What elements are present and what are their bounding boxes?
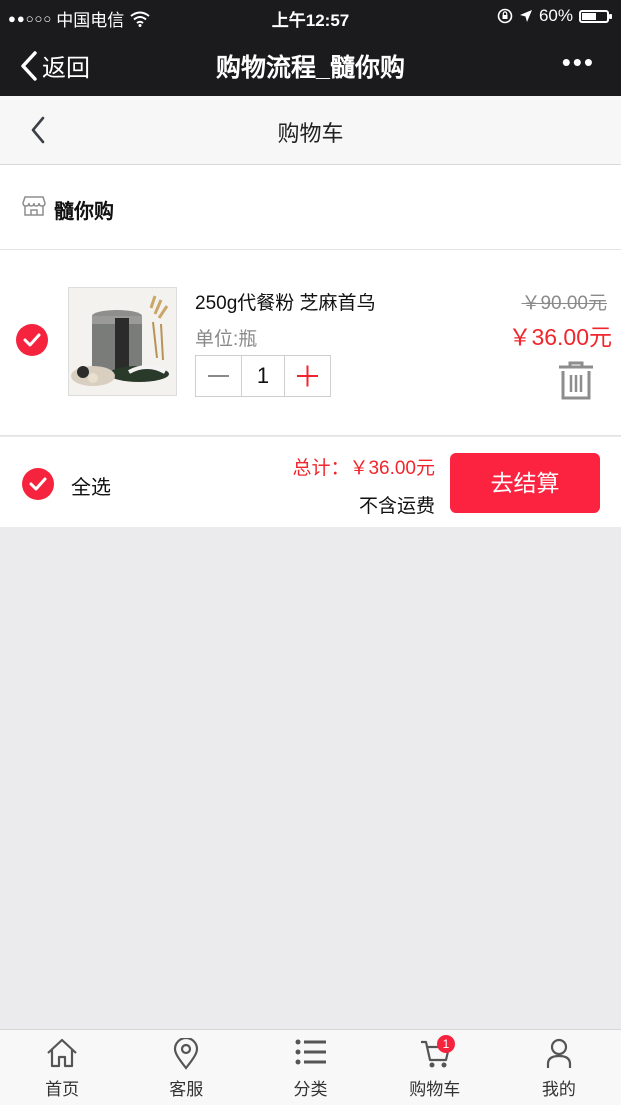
rotation-lock-icon: [497, 8, 513, 24]
tab-category-label: 分类: [293, 1080, 328, 1099]
tab-profile[interactable]: 我的: [497, 1030, 621, 1105]
location-pin-icon: [174, 1038, 199, 1070]
shipping-note: 不含运费: [358, 496, 435, 517]
tab-profile-label: 我的: [541, 1080, 576, 1099]
tab-category[interactable]: 分类: [248, 1030, 372, 1105]
tab-cart[interactable]: 购物车: [373, 1030, 497, 1105]
decrease-button[interactable]: [196, 356, 241, 396]
wechat-page-title: 购物流程_髓你购: [216, 54, 405, 82]
shop-header: 髓你购: [0, 165, 621, 250]
minus-icon: [208, 375, 229, 377]
status-bar: ●●○○○ 中国电信 上午12:57 60%: [0, 0, 621, 34]
plus-icon: [297, 365, 318, 387]
product-name[interactable]: 250g代餐粉 芝麻首乌: [195, 288, 376, 315]
product-image[interactable]: [68, 287, 177, 396]
total-price: 总计：￥36.00元: [292, 458, 435, 479]
tab-cart-label: 购物车: [409, 1080, 461, 1099]
item-checkbox[interactable]: [16, 324, 48, 356]
tab-home[interactable]: 首页: [0, 1030, 124, 1105]
user-icon: [546, 1038, 572, 1068]
current-price: ￥36.00元: [508, 324, 612, 350]
more-options-button[interactable]: •••: [562, 49, 595, 75]
page-title: 购物车: [277, 121, 344, 146]
checkmark-icon: [29, 477, 47, 491]
select-all-checkbox[interactable]: [22, 468, 54, 500]
checkout-button[interactable]: 去结算: [450, 453, 600, 513]
list-icon: [295, 1039, 326, 1065]
tab-service-label: 客服: [169, 1080, 204, 1099]
checkout-bar: 全选 总计：￥36.00元 不含运费 去结算: [0, 437, 621, 527]
tab-home-label: 首页: [45, 1080, 80, 1099]
select-all-label[interactable]: 全选: [71, 471, 111, 500]
checkmark-icon: [23, 333, 41, 347]
battery-fill: [582, 12, 596, 20]
location-arrow-icon: [519, 10, 532, 22]
status-right: 60%: [497, 6, 612, 26]
shop-name[interactable]: 髓你购: [54, 195, 114, 224]
home-icon: [47, 1038, 77, 1068]
product-jar-image: [69, 288, 176, 395]
trash-icon[interactable]: [557, 360, 595, 400]
quantity-value[interactable]: 1: [241, 356, 285, 396]
quantity-stepper: 1: [195, 355, 331, 397]
increase-button[interactable]: [285, 356, 330, 396]
page-header: 购物车: [0, 96, 621, 165]
cart-badge: 1: [437, 1035, 455, 1053]
product-unit: 单位:瓶: [195, 329, 258, 350]
original-price: ￥90.00元: [521, 293, 607, 314]
tab-service[interactable]: 客服: [124, 1030, 248, 1105]
bottom-tab-bar: 首页 客服 分类 购物车 我的: [0, 1029, 621, 1105]
store-icon: [22, 196, 46, 216]
wechat-nav-bar: 返回 购物流程_髓你购 •••: [0, 34, 621, 96]
battery-icon: [579, 9, 612, 23]
battery-percent: 60%: [538, 6, 573, 25]
cart-item: 250g代餐粉 芝麻首乌 单位:瓶 1 ￥90.00元 ￥36.00元: [0, 250, 621, 436]
